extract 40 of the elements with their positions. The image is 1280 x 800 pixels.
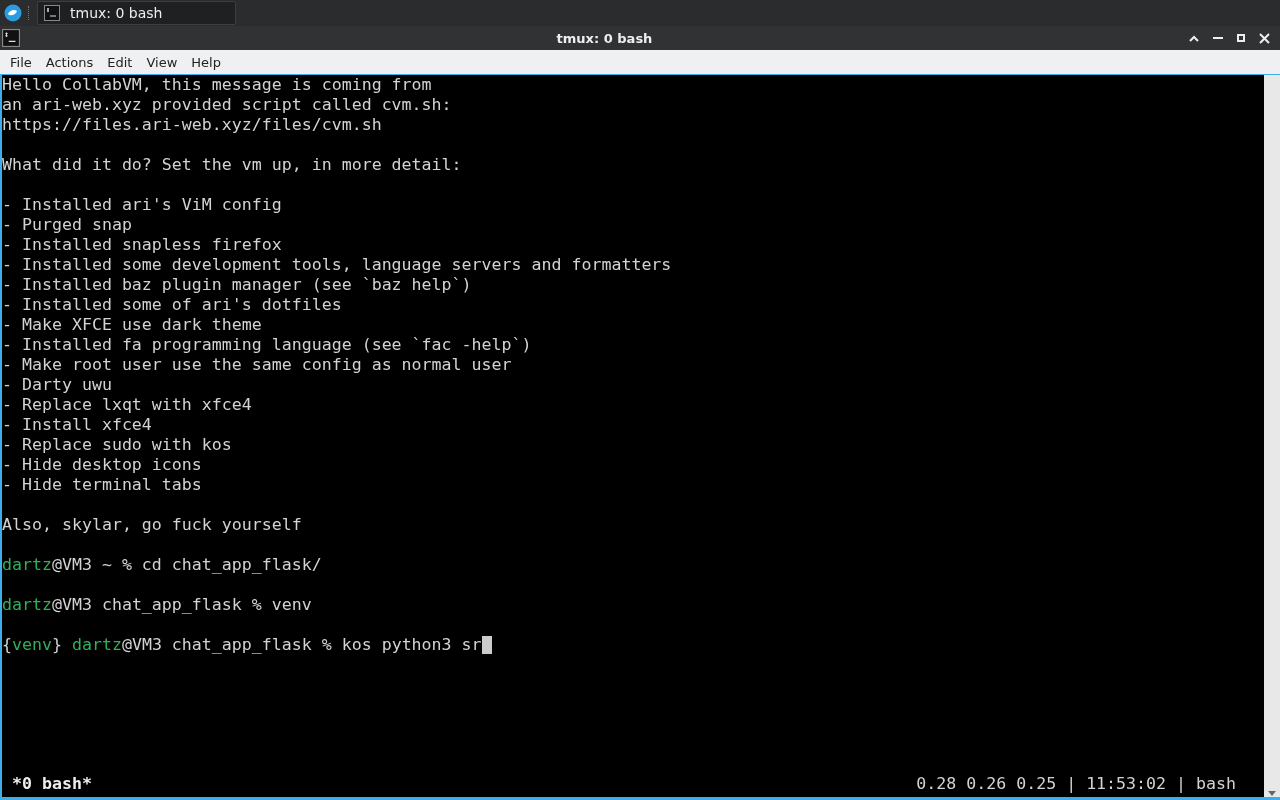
terminal-line: Hello CollabVM, this message is coming from — [2, 75, 432, 95]
terminal-line: - Make XFCE use dark theme — [2, 315, 262, 335]
menu-item[interactable]: View — [139, 54, 185, 70]
status-info: 0.28 0.26 0.25 | 11:53:02 | bash — [916, 773, 1236, 795]
terminal-line: - Purged snap — [2, 215, 132, 235]
terminal-line: - Replace lxqt with xfce4 — [2, 395, 252, 415]
scroll-down-icon[interactable] — [1267, 789, 1277, 797]
window-list-status: *0 bash* — [12, 773, 92, 795]
maximize-icon[interactable] — [1237, 34, 1245, 42]
terminal-line: - Replace sudo with kos — [2, 435, 232, 455]
close-icon[interactable] — [1259, 32, 1270, 44]
terminal-line: an ari-web.xyz provided script called cvm.sh: — [2, 95, 452, 115]
terminal-icon — [2, 29, 20, 47]
terminal-line: https://files.ari-web.xyz/files/cvm.sh — [2, 115, 382, 135]
terminal-line: Also, skylar, go fuck yourself — [2, 515, 302, 535]
task-button[interactable]: tmux: 0 bash — [37, 1, 236, 25]
menu-item[interactable]: Help — [184, 54, 228, 70]
terminal-icon — [44, 5, 60, 21]
app-menu-icon[interactable] — [4, 4, 22, 22]
menu-item[interactable]: Edit — [100, 54, 140, 70]
terminal-line: dartz@VM3 ~ % cd chat_app_flask/ — [2, 555, 322, 575]
terminal-line: - Installed baz plugin manager (see `baz help`) — [2, 275, 472, 295]
terminal-line: - Hide terminal tabs — [2, 475, 202, 495]
terminal-line: - Hide desktop icons — [2, 455, 202, 475]
terminal-line: - Darty uwu — [2, 375, 112, 395]
terminal-line: - Installed some development tools, language servers and formatters — [2, 255, 672, 275]
menu-item[interactable]: File — [3, 54, 39, 70]
terminal-line: {venv} dartz@VM3 chat_app_flask % kos python3 sr — [2, 635, 482, 655]
terminal-line: - Installed fa programming language (see `fac -help`) — [2, 335, 532, 355]
minimize-icon[interactable] — [1213, 36, 1223, 40]
terminal-line: - Install xfce4 — [2, 415, 152, 435]
window-title: tmux: 0 bash — [555, 30, 654, 46]
terminal-line: - Installed ari's ViM config — [2, 195, 282, 215]
terminal-line: - Installed snapless firefox — [2, 235, 282, 255]
terminal-line: What did it do? Set the vm up, in more detail: — [2, 155, 462, 175]
terminal-line: - Installed some of ari's dotfiles — [2, 295, 342, 315]
menu-item[interactable]: Actions — [38, 54, 101, 70]
terminal-line: - Make root user use the same config as normal user — [2, 355, 512, 375]
keep-above-icon[interactable] — [1189, 34, 1199, 42]
terminal-line: dartz@VM3 chat_app_flask % venv — [2, 595, 312, 615]
